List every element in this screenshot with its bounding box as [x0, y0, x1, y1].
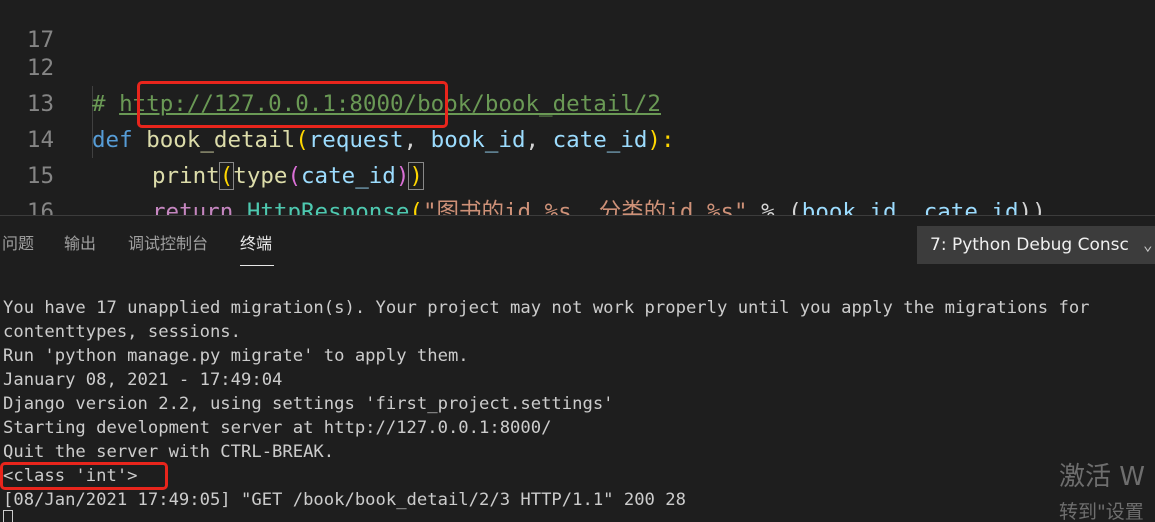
activate-watermark-sub: 转到"设置 — [1059, 501, 1144, 522]
terminal-line: January 08, 2021 - 17:49:04 — [3, 370, 283, 390]
terminal-line: Run 'python manage.py migrate' to apply … — [3, 346, 469, 366]
code-line-12: 12 # http://127.0.0.1:8000/book/book_det… — [0, 14, 1155, 117]
bottom-panel: 问题 输出 调试控制台 终端 7: Python Debug Consc ⌄ Y… — [0, 215, 1155, 522]
tab-debug-console[interactable]: 调试控制台 — [128, 216, 208, 268]
terminal-line: [08/Jan/2021 17:49:05] "GET /book/book_d… — [3, 490, 686, 510]
tab-output[interactable]: 输出 — [64, 216, 96, 268]
terminal-line: Quit the server with CTRL-BREAK. — [3, 442, 335, 462]
active-tab-indicator — [240, 265, 274, 266]
code-editor[interactable]: 17 12 # http://127.0.0.1:8000/book/book_… — [0, 0, 1155, 215]
code-line-17: 17 — [0, 194, 1155, 215]
tab-problems[interactable]: 问题 — [2, 216, 34, 268]
highlight-box-class-int — [0, 462, 168, 490]
terminal-line: contenttypes, sessions. — [3, 322, 241, 342]
chevron-down-icon[interactable]: ⌄ — [1143, 226, 1153, 264]
terminal-line: You have 17 unapplied migration(s). Your… — [3, 298, 1090, 318]
terminal-select-dropdown[interactable]: 7: Python Debug Consc — [917, 226, 1155, 264]
activate-watermark: 激活 W — [1059, 462, 1145, 492]
code-line-16: 16 — [0, 158, 1155, 215]
terminal-cursor — [3, 510, 13, 522]
tab-terminal[interactable]: 终端 — [240, 216, 272, 268]
terminal-line: Django version 2.2, using settings 'firs… — [3, 394, 614, 414]
terminal-line: Starting development server at http://12… — [3, 418, 552, 438]
highlight-box-print — [137, 81, 448, 128]
